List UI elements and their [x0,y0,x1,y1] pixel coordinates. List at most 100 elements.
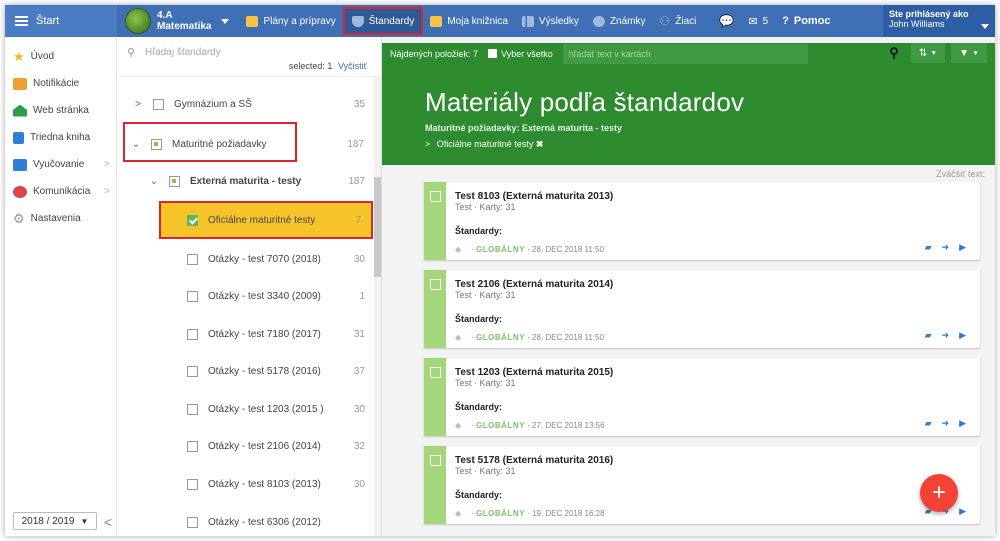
card-standards-label: Štandardy: [455,402,503,412]
card-checkbox[interactable] [430,367,441,378]
tree-node[interactable]: Otázky - test 8103 (2013) 30 [117,469,375,499]
messages-button[interactable]: ✉ 5 [741,5,775,37]
card-meta: ◆ · GLOBÁLNY · 28. DEC 2018 11:50 [455,245,604,254]
home-icon [13,104,27,117]
school-year-select[interactable]: 2018 / 2019 ▼ [13,512,97,530]
tree-node[interactable]: Otázky - test 5178 (2016) 37 [117,356,375,386]
tree-node[interactable]: Otázky - test 2106 (2014) 32 [117,431,375,461]
zoom-text-link[interactable]: Zväčšiť text: [936,169,985,179]
sidebar-item-teaching[interactable]: Vyučovanie > [5,151,116,178]
tree-node[interactable]: Otázky - test 6306 (2012) [117,507,375,536]
material-card[interactable]: Test 8103 (Externá maturita 2013) Test ·… [424,182,980,260]
standards-search: ⚲ Hľadaj štandardy selected: 1 Vyčistiť [117,37,381,77]
play-icon[interactable]: ▶ [959,242,966,253]
chevron-right-icon[interactable]: > [131,99,145,110]
tree-checkbox[interactable] [169,175,180,187]
standards-search-input[interactable]: Hľadaj štandardy [145,47,221,58]
sidebar-item-website[interactable]: Web stránka [5,97,116,124]
card-title[interactable]: Test 5178 (Externá maturita 2016) [455,455,613,466]
app-window: Štart 4.A Matematika Plány a prípravy Št… [5,5,995,536]
material-card[interactable]: Test 1203 (Externá maturita 2015) Test ·… [424,358,980,436]
start-menu-button[interactable]: Štart [5,5,117,37]
sidebar-item-settings[interactable]: ⚙ Nastavenia [5,205,116,232]
tree-checkbox[interactable] [187,403,198,415]
search-icon[interactable]: ⚲ [883,45,905,61]
chevron-right-icon: > [425,139,431,149]
nav-library[interactable]: Moja knižnica [423,5,515,37]
tree-node[interactable]: ⌄ Externá maturita - testy 187 [117,166,375,196]
filter-button[interactable]: ▼ ▼ [951,43,987,63]
tree-node[interactable]: Otázky - test 3340 (2009) 1 [117,281,375,311]
sort-button[interactable]: ⇅ ▼ [910,43,946,63]
nav-students[interactable]: ⚇ Žiaci [653,5,704,37]
sidebar-item-communication[interactable]: Komunikácia > [5,178,116,205]
add-material-button[interactable]: + [920,474,958,512]
nav-plans[interactable]: Plány a prípravy [239,5,342,37]
card-checkbox[interactable] [430,455,441,466]
class-avatar [125,8,151,34]
card-checkbox[interactable] [430,191,441,202]
tree-node[interactable]: ⌄ Maturitné požiadavky [117,127,289,161]
tree-checkbox[interactable] [187,290,198,302]
sidebar-item-notifications[interactable]: Notifikácie [5,70,116,97]
plus-icon: + [931,479,946,506]
assign-icon[interactable]: ➜ [942,242,950,253]
card-title[interactable]: Test 1203 (Externá maturita 2015) [455,367,613,378]
chat-icon [13,185,27,198]
scrollbar-thumb[interactable] [374,177,381,277]
play-icon[interactable]: ▶ [959,418,966,429]
breadcrumb-active: > Oficiálne maturitné testy ✖ [425,139,544,149]
card-checkbox[interactable] [430,279,441,290]
hamburger-icon [15,16,28,26]
mail-icon: ✉ [748,15,758,28]
tree-checkbox[interactable] [187,478,198,490]
tree-checkbox[interactable] [187,253,198,265]
folder-icon[interactable]: ▰ [925,242,932,253]
collapse-sidebar-icon[interactable]: < [104,514,112,530]
filter-icon: ▼ [959,47,970,59]
tree-checkbox-checked[interactable] [187,214,198,226]
tree-node[interactable]: Otázky - test 1203 (2015 ) 30 [117,394,375,424]
nav-standards[interactable]: Štandardy [342,7,424,35]
play-icon[interactable]: ▶ [959,506,966,517]
remove-filter-icon[interactable]: ✖ [536,139,544,149]
tree-checkbox[interactable] [187,328,198,340]
tree-checkbox[interactable] [153,98,164,110]
tree-node[interactable]: Otázky - test 7070 (2018) 30 [117,244,375,274]
bar-chart-icon [521,15,534,27]
tree-node-selected[interactable]: Oficiálne maturitné testy 7 [159,201,373,239]
folder-icon[interactable]: ▰ [925,330,932,341]
sort-icon: ⇅ [918,47,928,59]
sidebar-item-classbook[interactable]: Triedna kniha [5,124,116,151]
material-card[interactable]: Test 2106 (Externá maturita 2014) Test ·… [424,270,980,348]
tree-checkbox[interactable] [187,516,198,528]
clear-selection-link[interactable]: Vyčistiť [338,61,367,71]
material-card[interactable]: Test 5178 (Externá maturita 2016) Test ·… [424,446,980,524]
chat-button[interactable]: 💬 [703,5,741,37]
nav-results[interactable]: Výsledky [515,5,586,37]
tree-checkbox[interactable] [151,138,162,150]
assign-icon[interactable]: ➜ [942,418,950,429]
nav-grades[interactable]: Známky [586,5,653,37]
card-title[interactable]: Test 2106 (Externá maturita 2014) [455,279,613,290]
tree-node[interactable]: Otázky - test 7180 (2017) 31 [117,319,375,349]
play-icon[interactable]: ▶ [959,330,966,341]
folder-icon[interactable]: ▰ [925,418,932,429]
tree-scrollbar[interactable] [374,77,381,536]
tree-node[interactable]: > Gymnázium a SŠ 35 [117,89,375,119]
chevron-down-icon[interactable]: ⌄ [129,139,143,150]
help-button[interactable]: ? Pomoc [775,5,837,37]
select-all-toggle[interactable]: Vyber všetko [488,49,553,59]
left-sidebar: ★ Úvod Notifikácie Web stránka Triedna k… [5,37,117,536]
chevron-down-icon[interactable]: ⌄ [147,176,161,187]
card-filter-input[interactable]: hľadať text v kartách [562,44,808,64]
tree-checkbox[interactable] [187,365,198,377]
user-menu[interactable]: Ste prihlásený ako John Williams [883,5,995,37]
class-selector[interactable]: 4.A Matematika [117,5,239,37]
sidebar-item-home[interactable]: ★ Úvod [5,43,116,70]
card-title[interactable]: Test 8103 (Externá maturita 2013) [455,191,613,202]
tree-checkbox[interactable] [187,440,198,452]
select-all-checkbox[interactable] [488,49,498,58]
assign-icon[interactable]: ➜ [942,330,950,341]
class-subject: Matematika [157,21,212,32]
